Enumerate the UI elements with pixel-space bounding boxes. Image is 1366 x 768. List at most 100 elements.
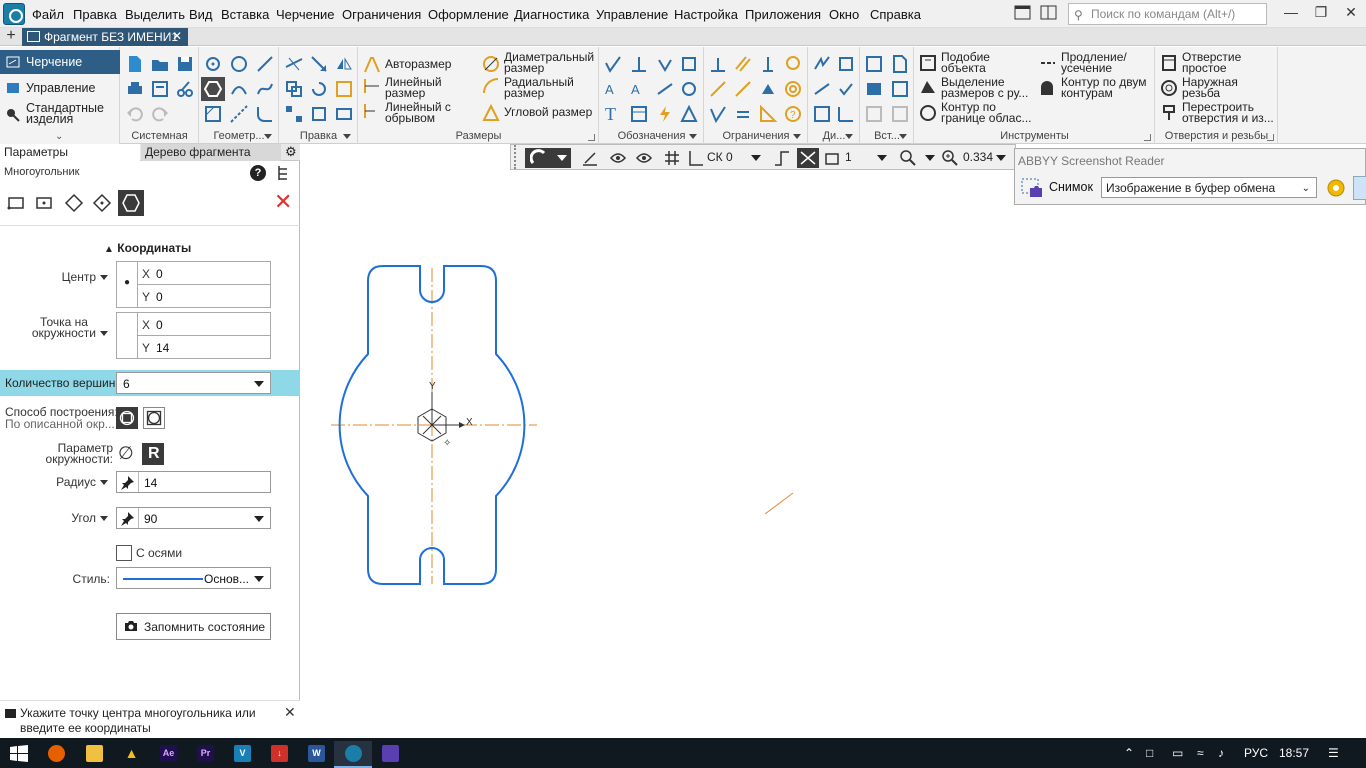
line-style-select[interactable]: Основ... bbox=[116, 567, 271, 589]
menu-applications[interactable]: Приложения bbox=[745, 7, 821, 22]
caret-down-icon[interactable] bbox=[751, 155, 761, 161]
table-icon[interactable] bbox=[630, 105, 648, 123]
insert-image-icon[interactable] bbox=[865, 80, 883, 98]
center-label[interactable]: Центр bbox=[40, 270, 108, 284]
menu-file[interactable]: Файл bbox=[32, 7, 64, 22]
taskbar-v-app[interactable]: V bbox=[223, 741, 261, 768]
snapshot-icon[interactable] bbox=[1021, 176, 1043, 198]
language-indicator[interactable]: РУС bbox=[1244, 746, 1268, 760]
check-icon[interactable] bbox=[837, 80, 855, 98]
wifi-icon[interactable]: ≈ bbox=[1197, 746, 1204, 760]
taskbar-word[interactable]: W bbox=[297, 741, 335, 768]
weld-icon[interactable] bbox=[656, 105, 674, 123]
settings-gear-icon[interactable] bbox=[1325, 177, 1347, 199]
zoom-window-icon[interactable] bbox=[899, 149, 917, 167]
fillet-icon[interactable] bbox=[256, 105, 274, 123]
notifications-icon[interactable]: ☰ bbox=[1328, 746, 1339, 760]
show-constraints-icon[interactable]: ? bbox=[784, 105, 802, 123]
coordinates-section-header[interactable]: ▲ Координаты bbox=[104, 241, 191, 255]
insert-view-icon[interactable] bbox=[865, 55, 883, 73]
parametric-icon[interactable] bbox=[813, 55, 831, 73]
insert-link-icon[interactable] bbox=[891, 105, 909, 123]
fix-point-icon[interactable] bbox=[759, 80, 777, 98]
caret-down-icon[interactable] bbox=[996, 155, 1006, 161]
zoom-icon[interactable] bbox=[941, 149, 959, 167]
close-hint-icon[interactable]: ✕ bbox=[284, 704, 296, 721]
line-icon[interactable] bbox=[256, 55, 274, 73]
trim-icon[interactable] bbox=[285, 55, 303, 73]
radius-input[interactable]: 14 bbox=[116, 471, 271, 493]
insert-fragment-icon[interactable] bbox=[891, 80, 909, 98]
menu-edit[interactable]: Правка bbox=[73, 7, 117, 22]
view-arrow-icon[interactable] bbox=[656, 80, 674, 98]
app-logo-icon[interactable] bbox=[3, 3, 25, 25]
menu-formatting[interactable]: Оформление bbox=[428, 7, 509, 22]
point-on-curve-icon[interactable] bbox=[709, 105, 727, 123]
position-icon[interactable]: A bbox=[630, 80, 648, 98]
arc-icon[interactable] bbox=[230, 80, 248, 98]
open-folder-icon[interactable] bbox=[151, 55, 169, 73]
center-pick-cell[interactable]: ● bbox=[117, 262, 138, 307]
layout-single-icon[interactable] bbox=[1014, 5, 1032, 21]
grip-handle[interactable] bbox=[514, 145, 518, 169]
relation-icon[interactable] bbox=[813, 80, 831, 98]
circumscribed-toggle[interactable] bbox=[116, 407, 138, 429]
battery-icon[interactable]: ▭ bbox=[1172, 746, 1183, 760]
geometry-expand-icon[interactable] bbox=[264, 134, 272, 139]
di-expand-icon[interactable] bbox=[845, 134, 853, 139]
polygon-by-center-icon[interactable] bbox=[6, 193, 26, 213]
menu-help[interactable]: Справка bbox=[870, 7, 921, 22]
collinear-icon[interactable] bbox=[709, 80, 727, 98]
point-y-field[interactable]: Y 14 bbox=[138, 336, 270, 359]
roughness-icon[interactable] bbox=[604, 55, 622, 73]
copy-icon[interactable] bbox=[285, 80, 303, 98]
redo-icon[interactable] bbox=[151, 105, 169, 123]
tools-dialog-icon[interactable] bbox=[1144, 134, 1151, 141]
snapshot-target-select[interactable]: Изображение в буфер обмена ⌄ bbox=[1101, 177, 1317, 198]
angle-label[interactable]: Угол bbox=[40, 511, 108, 525]
hatch-icon[interactable] bbox=[204, 105, 222, 123]
close-tab-icon[interactable]: ✕ bbox=[172, 29, 182, 43]
new-document-icon[interactable] bbox=[126, 55, 144, 73]
properties-icon[interactable] bbox=[151, 80, 169, 98]
auxiliary-line-icon[interactable] bbox=[230, 105, 248, 123]
point-icon[interactable] bbox=[204, 55, 222, 73]
menu-drawing[interactable]: Черчение bbox=[276, 7, 335, 22]
radius-label[interactable]: Радиус bbox=[40, 475, 108, 489]
center-y-field[interactable]: Y0 bbox=[138, 285, 270, 308]
hatch-area-icon[interactable] bbox=[813, 105, 831, 123]
tab-parameters[interactable]: Параметры bbox=[0, 144, 140, 161]
document-tab[interactable]: Фрагмент БЕЗ ИМЕНИ1 ✕ bbox=[22, 28, 188, 46]
taskbar-explorer[interactable] bbox=[75, 741, 113, 768]
menu-settings[interactable]: Настройка bbox=[674, 7, 738, 22]
undo-icon[interactable] bbox=[126, 105, 144, 123]
tolerance-icon[interactable] bbox=[656, 55, 674, 73]
grid-icon[interactable] bbox=[663, 149, 681, 167]
center-x-field[interactable]: X0 bbox=[138, 262, 270, 285]
scissors-icon[interactable] bbox=[176, 80, 194, 98]
close-window-button[interactable]: ✕ bbox=[1336, 4, 1366, 21]
layer-select[interactable]: 1 bbox=[845, 150, 852, 170]
taskbar-download-app[interactable]: ↓ bbox=[260, 741, 298, 768]
clock[interactable]: 18:57 bbox=[1279, 746, 1309, 760]
chevron-down-icon[interactable]: ⌄ bbox=[55, 131, 63, 142]
mirror-icon[interactable] bbox=[335, 55, 353, 73]
inscribed-toggle[interactable] bbox=[143, 407, 165, 429]
menu-constraints[interactable]: Ограничения bbox=[342, 7, 421, 22]
point-x-field[interactable]: X0 bbox=[138, 313, 270, 336]
layout-split-icon[interactable] bbox=[1040, 5, 1058, 21]
tab-fragment-tree[interactable]: Дерево фрагмента bbox=[141, 144, 281, 161]
mark-icon[interactable] bbox=[680, 105, 698, 123]
perpendicular-icon[interactable] bbox=[709, 55, 727, 73]
point-on-circle-label[interactable]: Точка на окружности bbox=[20, 316, 108, 339]
base-icon[interactable] bbox=[630, 55, 648, 73]
angle-pin[interactable] bbox=[117, 508, 139, 528]
layers-toggle[interactable] bbox=[797, 148, 819, 168]
polygon-rhomb-icon[interactable] bbox=[92, 193, 112, 213]
visibility-icon[interactable] bbox=[609, 149, 627, 167]
polygon-icon[interactable] bbox=[204, 80, 222, 98]
minimize-button[interactable]: — bbox=[1276, 4, 1306, 20]
insert-expand-icon[interactable] bbox=[899, 134, 907, 139]
abbyy-side-button[interactable] bbox=[1353, 176, 1366, 200]
menu-management[interactable]: Управление bbox=[596, 7, 668, 22]
